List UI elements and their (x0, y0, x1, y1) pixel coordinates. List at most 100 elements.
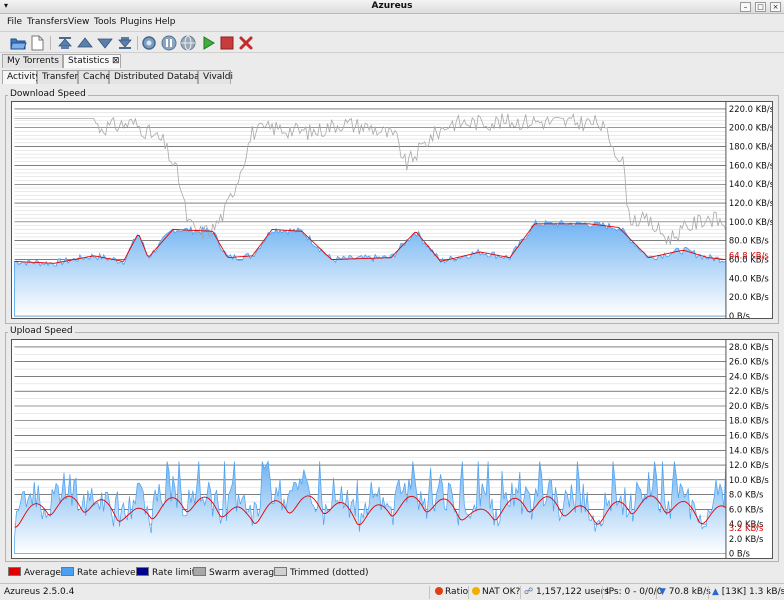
y-tick-label: 0 B/s (729, 311, 750, 319)
ips-label: IPs: 0 - 0/0/0 (606, 587, 663, 597)
menu-bar: File Transfers View Tools Plugins Help (0, 15, 784, 30)
close-window-button[interactable]: × (770, 2, 781, 12)
users-indicator[interactable]: ☍ 1,157,122 users (524, 587, 609, 597)
tab-my-torrents[interactable]: My Torrents (2, 54, 63, 68)
upload-rate-achieved-area (14, 460, 727, 554)
download-speed-graph: 220.0 KB/s 200.0 KB/s 180.0 KB/s 160.0 KB/s… (11, 101, 773, 319)
upload-speed-status: [13K] 1.3 kB/s (721, 587, 784, 597)
y-tick-label: 220.0 KB/s (729, 104, 773, 114)
maximize-button[interactable]: □ (755, 2, 766, 12)
legend-trimmed: Trimmed (dotted) (274, 567, 369, 579)
tab-statistics-label: Statistics (68, 56, 110, 66)
status-separator (708, 586, 709, 599)
nat-status-icon (472, 587, 480, 595)
move-up-icon[interactable] (76, 34, 94, 52)
tab-cache[interactable]: Cache (78, 70, 111, 84)
y-tick-label: 24.0 KB/s (729, 371, 769, 381)
download-rate-achieved-area (14, 219, 727, 317)
y-tick-label: 10.0 KB/s (729, 475, 769, 485)
legend-label: Trimmed (dotted) (290, 568, 369, 578)
download-speed-indicator[interactable]: ▼ 70.8 kB/s (659, 587, 711, 597)
y-tick-label: 160.0 KB/s (729, 160, 773, 170)
ratio-status-icon (435, 587, 443, 595)
tab-vivaldi[interactable]: Vivaldi (198, 70, 233, 84)
menu-plugins[interactable]: Plugins (120, 17, 152, 27)
new-document-icon[interactable] (28, 34, 46, 52)
start-icon[interactable] (199, 34, 217, 52)
legend-swatch (8, 567, 21, 576)
status-separator (468, 586, 469, 599)
download-current-label: 64.8 KB/s (729, 251, 769, 261)
legend-rate-achieved: Rate achieved (61, 567, 141, 579)
y-tick-label: 200.0 KB/s (729, 123, 773, 133)
upload-speed-graph: 28.0 KB/s 26.0 KB/s 24.0 KB/s 22.0 KB/s 20.0… (11, 339, 773, 559)
y-tick-label: 20.0 KB/s (729, 401, 769, 411)
y-tick-label: 100.0 KB/s (729, 217, 773, 227)
users-label: 1,157,122 users (536, 587, 609, 597)
status-bar: Azureus 2.5.0.4 Ratio NAT OK? ☍ 1,157,12… (0, 583, 784, 600)
y-tick-label: 18.0 KB/s (729, 416, 769, 426)
toolbar-separator (137, 36, 138, 50)
refresh-icon[interactable] (140, 34, 158, 52)
status-separator (602, 586, 603, 599)
y-tick-label: 12.0 KB/s (729, 460, 769, 470)
tab-transfers[interactable]: Transfers (37, 70, 83, 84)
y-tick-label: 180.0 KB/s (729, 142, 773, 152)
toolbar (0, 31, 784, 53)
legend-label: Swarm average (209, 568, 280, 578)
legend-swarm-average: Swarm average (193, 567, 280, 579)
upload-speed-label: Upload Speed (8, 326, 75, 336)
users-icon: ☍ (524, 587, 534, 597)
y-tick-label: 0 B/s (729, 549, 750, 559)
pause-icon[interactable] (160, 34, 178, 52)
legend-swatch (193, 567, 206, 576)
y-tick-label: 8.0 KB/s (729, 490, 764, 500)
download-swarm-average-line (14, 112, 727, 245)
y-tick-label: 14.0 KB/s (729, 445, 769, 455)
y-tick-label: 2.0 KB/s (729, 534, 764, 544)
y-tick-label: 40.0 KB/s (729, 273, 769, 283)
statistics-sub-tabs: Activity Transfers Cache Distributed Dat… (0, 69, 784, 85)
move-top-icon[interactable] (56, 34, 74, 52)
move-bottom-icon[interactable] (116, 34, 134, 52)
nat-indicator[interactable]: NAT OK? (472, 587, 520, 597)
tab-distributed-database[interactable]: Distributed Database (109, 70, 210, 84)
y-tick-label: 16.0 KB/s (729, 430, 769, 440)
globe-icon[interactable] (179, 34, 197, 52)
menu-view[interactable]: View (68, 17, 89, 27)
download-speed-label: Download Speed (8, 89, 88, 99)
open-folder-icon[interactable] (9, 34, 27, 52)
ratio-label: Ratio (445, 587, 469, 597)
version-label: Azureus 2.5.0.4 (4, 587, 75, 597)
y-tick-label: 26.0 KB/s (729, 357, 769, 367)
nat-label: NAT OK? (482, 587, 521, 597)
move-down-icon[interactable] (96, 34, 114, 52)
legend-swatch (136, 567, 149, 576)
legend-swatch (274, 567, 287, 576)
tab-statistics[interactable]: Statistics ⊠ (63, 54, 121, 68)
stop-icon[interactable] (218, 34, 236, 52)
menu-tools[interactable]: Tools (94, 17, 116, 27)
menu-help[interactable]: Help (155, 17, 176, 27)
ratio-indicator[interactable]: Ratio (435, 587, 468, 597)
menu-transfers[interactable]: Transfers (27, 17, 68, 27)
legend-label: Rate limit (152, 568, 196, 578)
download-y-ticks: 220.0 KB/s 200.0 KB/s 180.0 KB/s 160.0 KB/s… (729, 104, 773, 319)
upload-arrow-icon: ▲ (712, 587, 719, 597)
minimize-button[interactable]: – (740, 2, 751, 12)
status-separator (520, 586, 521, 599)
toolbar-separator (50, 36, 51, 50)
upload-speed-indicator[interactable]: ▲ [13K] 1.3 kB/s (712, 587, 784, 597)
main-tab-row: My Torrents Statistics ⊠ (0, 54, 784, 68)
download-arrow-icon: ▼ (659, 587, 666, 597)
remove-icon[interactable] (237, 34, 255, 52)
menu-file[interactable]: File (7, 17, 22, 27)
tab-activity[interactable]: Activity (2, 70, 41, 84)
y-tick-label: 22.0 KB/s (729, 386, 769, 396)
window-title: Azureus (371, 1, 413, 11)
y-tick-label: 80.0 KB/s (729, 236, 769, 246)
legend-rate-limit: Rate limit (136, 567, 195, 579)
close-tab-icon[interactable]: ⊠ (112, 56, 120, 66)
legend-label: Rate achieved (77, 568, 142, 578)
y-tick-label: 6.0 KB/s (729, 504, 764, 514)
